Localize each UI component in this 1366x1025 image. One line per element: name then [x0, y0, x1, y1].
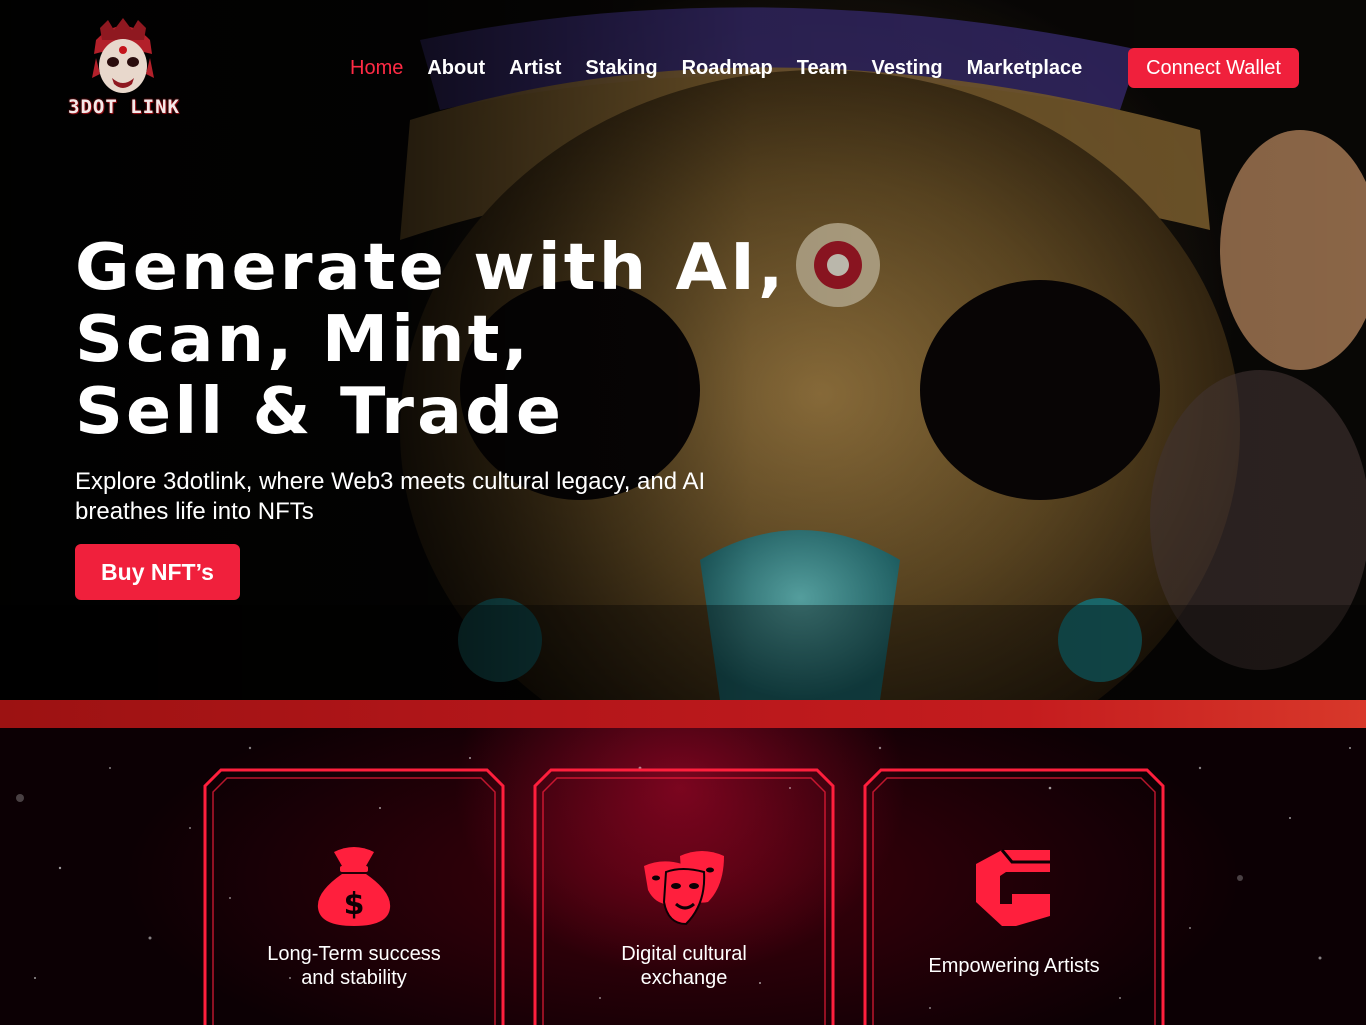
section-divider-strip: [0, 700, 1366, 728]
hero-headline-line-1: Generate with AI,: [75, 231, 787, 305]
feature-card-empowering-artists: Empowering Artists: [863, 768, 1165, 1025]
hero-headline: Generate with AI, Scan, Mint, Sell & Tra…: [75, 232, 907, 448]
feature-label: Empowering Artists: [928, 955, 1100, 977]
hero-subtitle: Explore 3dotlink, where Web3 meets cultu…: [75, 468, 706, 525]
feature-label: Digital cultural exchange: [621, 943, 747, 989]
hero-headline-line-2: Scan, Mint,: [75, 303, 532, 377]
nav-item-home[interactable]: Home: [350, 57, 403, 80]
site-logo[interactable]: 3DOT LINK: [62, 18, 184, 122]
theater-masks-icon: [644, 851, 724, 926]
artist-logo-icon: [976, 849, 1050, 926]
money-bag-icon: $: [317, 847, 391, 926]
connect-wallet-button[interactable]: Connect Wallet: [1128, 48, 1299, 88]
hero-headline-line-3: Sell & Trade: [75, 375, 565, 449]
svg-text:$: $: [344, 887, 365, 922]
nav-item-team[interactable]: Team: [797, 57, 848, 80]
nav-item-about[interactable]: About: [427, 57, 485, 80]
hero-bottom-overlay: [0, 605, 1366, 700]
nav-item-marketplace[interactable]: Marketplace: [967, 57, 1083, 80]
feature-card-long-term: $ Long-Term success and stability: [203, 768, 505, 1025]
nav-item-staking[interactable]: Staking: [585, 57, 657, 80]
logo-wordmark: 3DOT LINK: [68, 96, 180, 118]
main-nav: Home About Artist Staking Roadmap Team V…: [350, 48, 1106, 88]
feature-card-cultural-exchange: Digital cultural exchange: [533, 768, 835, 1025]
nav-item-artist[interactable]: Artist: [509, 57, 561, 80]
feature-label: Long-Term success and stability: [267, 943, 441, 989]
features-section: $ Long-Term success and stability Digita…: [0, 728, 1366, 1025]
nav-item-vesting[interactable]: Vesting: [872, 57, 943, 80]
buy-nft-button[interactable]: Buy NFT’s: [75, 544, 240, 600]
hero-section: 3DOT LINK Home About Artist Staking Road…: [0, 0, 1366, 700]
nav-item-roadmap[interactable]: Roadmap: [682, 57, 773, 80]
mask-logo-icon: [92, 18, 154, 93]
